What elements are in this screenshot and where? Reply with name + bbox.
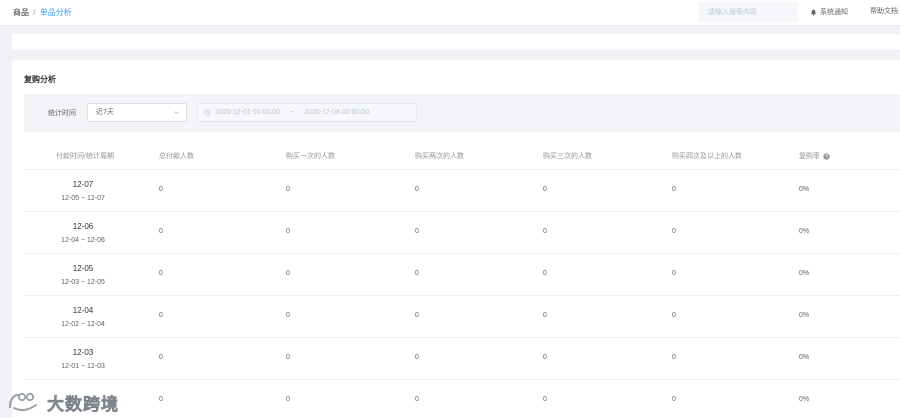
period-range: 12-03 ~ 12-05: [61, 279, 105, 286]
cell-total: 0: [159, 270, 163, 277]
cell-four-plus: 0: [672, 228, 676, 235]
cell-twice: 0: [415, 186, 419, 193]
cell-once: 0: [286, 228, 290, 235]
breadcrumb-separator: /: [33, 8, 36, 17]
period-range: 12-05 ~ 12-07: [61, 195, 105, 202]
filter-bar: 统计时间 近7天 2020-12-01 00:00:00 ~ 2020-12-0…: [24, 94, 900, 132]
col-period: 付款时间/统计周期: [56, 153, 114, 160]
col-thrice: 购买三次的人数: [543, 153, 592, 160]
table-row: 12-04 12-02 ~ 12-04 0 0 0 0 0 0%: [24, 296, 900, 338]
period-date: 12-05: [72, 264, 94, 273]
cell-four-plus: 0: [672, 186, 676, 193]
watermark-text: 大数跨境: [47, 394, 119, 414]
cell-rate: 0%: [799, 396, 810, 403]
cell-total: 0: [159, 186, 163, 193]
cell-thrice: 0: [543, 270, 547, 277]
cell-period: 12-05 12-03 ~ 12-05: [24, 263, 142, 288]
cell-period: 12-07 12-05 ~ 12-07: [24, 179, 142, 204]
period-range: 12-01 ~ 12-03: [61, 363, 105, 370]
breadcrumb: 商品 / 单品分析: [13, 7, 72, 18]
period-select[interactable]: 近7天: [87, 103, 187, 122]
period-select-value: 近7天: [96, 109, 114, 116]
period-date: 12-03: [72, 348, 94, 357]
repurchase-table: 付款时间/统计周期 总付款人数 购买一次的人数 购买两次的人数 购买三次的人数 …: [24, 144, 900, 418]
col-four-plus: 购买四次及以上的人数: [672, 153, 742, 160]
cell-rate: 0%: [799, 354, 810, 361]
cell-once: 0: [286, 396, 290, 403]
cell-thrice: 0: [543, 396, 547, 403]
cell-once: 0: [286, 186, 290, 193]
table-row: 12-07 12-05 ~ 12-07 0 0 0 0 0 0%: [24, 170, 900, 212]
cell-thrice: 0: [543, 312, 547, 319]
cell-twice: 0: [415, 396, 419, 403]
repurchase-panel: 复购分析 统计时间 近7天 2020-12-01 00:00:00 ~ 2020…: [12, 60, 900, 418]
cell-period: 12-04 12-02 ~ 12-04: [24, 305, 142, 330]
cell-total: 0: [159, 396, 163, 403]
cell-rate: 0%: [799, 270, 810, 277]
range-end: 2020-12-08 00:00:00: [304, 109, 370, 116]
cell-once: 0: [286, 354, 290, 361]
col-once: 购买一次的人数: [286, 153, 335, 160]
table-row: 12-06 12-04 ~ 12-06 0 0 0 0 0 0%: [24, 212, 900, 254]
cell-total: 0: [159, 354, 163, 361]
period-date: 12-06: [72, 222, 94, 231]
table-row: 12-05 12-03 ~ 12-05 0 0 0 0 0 0%: [24, 254, 900, 296]
panel-title: 复购分析: [24, 75, 56, 84]
summary-band: [12, 34, 900, 50]
cell-rate: 0%: [799, 186, 810, 193]
period-range: 12-04 ~ 12-06: [61, 237, 105, 244]
col-twice: 购买两次的人数: [415, 153, 464, 160]
cell-twice: 0: [415, 270, 419, 277]
bell-icon: [810, 9, 817, 16]
help-docs-link[interactable]: 帮助文档: [870, 6, 898, 18]
table-body: 12-07 12-05 ~ 12-07 0 0 0 0 0 0% 12-06 1…: [24, 170, 900, 418]
cell-four-plus: 0: [672, 396, 676, 403]
cell-period: 12-03 12-01 ~ 12-03: [24, 347, 142, 372]
period-range: 12-02 ~ 12-04: [61, 321, 105, 328]
cell-thrice: 0: [543, 354, 547, 361]
col-total: 总付款人数: [159, 153, 194, 160]
period-date: 12-07: [72, 180, 94, 189]
breadcrumb-root[interactable]: 商品: [13, 8, 29, 17]
cell-rate: 0%: [799, 312, 810, 319]
date-range-picker[interactable]: 2020-12-01 00:00:00 ~ 2020-12-08 00:00:0…: [197, 103, 417, 122]
col-rate-label: 复购率: [799, 153, 820, 160]
table-header: 付款时间/统计周期 总付款人数 购买一次的人数 购买两次的人数 购买三次的人数 …: [24, 144, 900, 170]
table-row: 0 0 0 0 0 0%: [24, 380, 900, 418]
system-notice-label: 系统通知: [820, 9, 848, 16]
chevron-down-icon: [174, 111, 179, 115]
cell-once: 0: [286, 270, 290, 277]
cell-rate: 0%: [799, 228, 810, 235]
table-row: 12-03 12-01 ~ 12-03 0 0 0 0 0 0%: [24, 338, 900, 380]
cell-four-plus: 0: [672, 312, 676, 319]
cell-total: 0: [159, 228, 163, 235]
watermark: 大数跨境: [6, 389, 119, 415]
cell-once: 0: [286, 312, 290, 319]
cell-four-plus: 0: [672, 354, 676, 361]
system-notice-button[interactable]: 系统通知: [810, 6, 848, 18]
cell-twice: 0: [415, 228, 419, 235]
watermark-logo-icon: [8, 392, 37, 411]
question-circle-icon[interactable]: [823, 152, 830, 160]
search-input[interactable]: [699, 2, 798, 22]
stat-time-label: 统计时间: [48, 110, 76, 117]
cell-thrice: 0: [543, 186, 547, 193]
clock-icon: [204, 109, 211, 116]
cell-thrice: 0: [543, 228, 547, 235]
range-start: 2020-12-01 00:00:00: [215, 109, 280, 116]
cell-four-plus: 0: [672, 270, 676, 277]
cell-twice: 0: [415, 354, 419, 361]
breadcrumb-current: 单品分析: [39, 8, 72, 17]
top-bar: 商品 / 单品分析 系统通知 帮助文档: [0, 0, 900, 26]
range-separator: ~: [290, 109, 295, 116]
cell-twice: 0: [415, 312, 419, 319]
cell-period: 12-06 12-04 ~ 12-06: [24, 221, 142, 246]
col-rate: 复购率: [799, 151, 830, 161]
cell-total: 0: [159, 312, 163, 319]
period-date: 12-04: [72, 306, 94, 315]
